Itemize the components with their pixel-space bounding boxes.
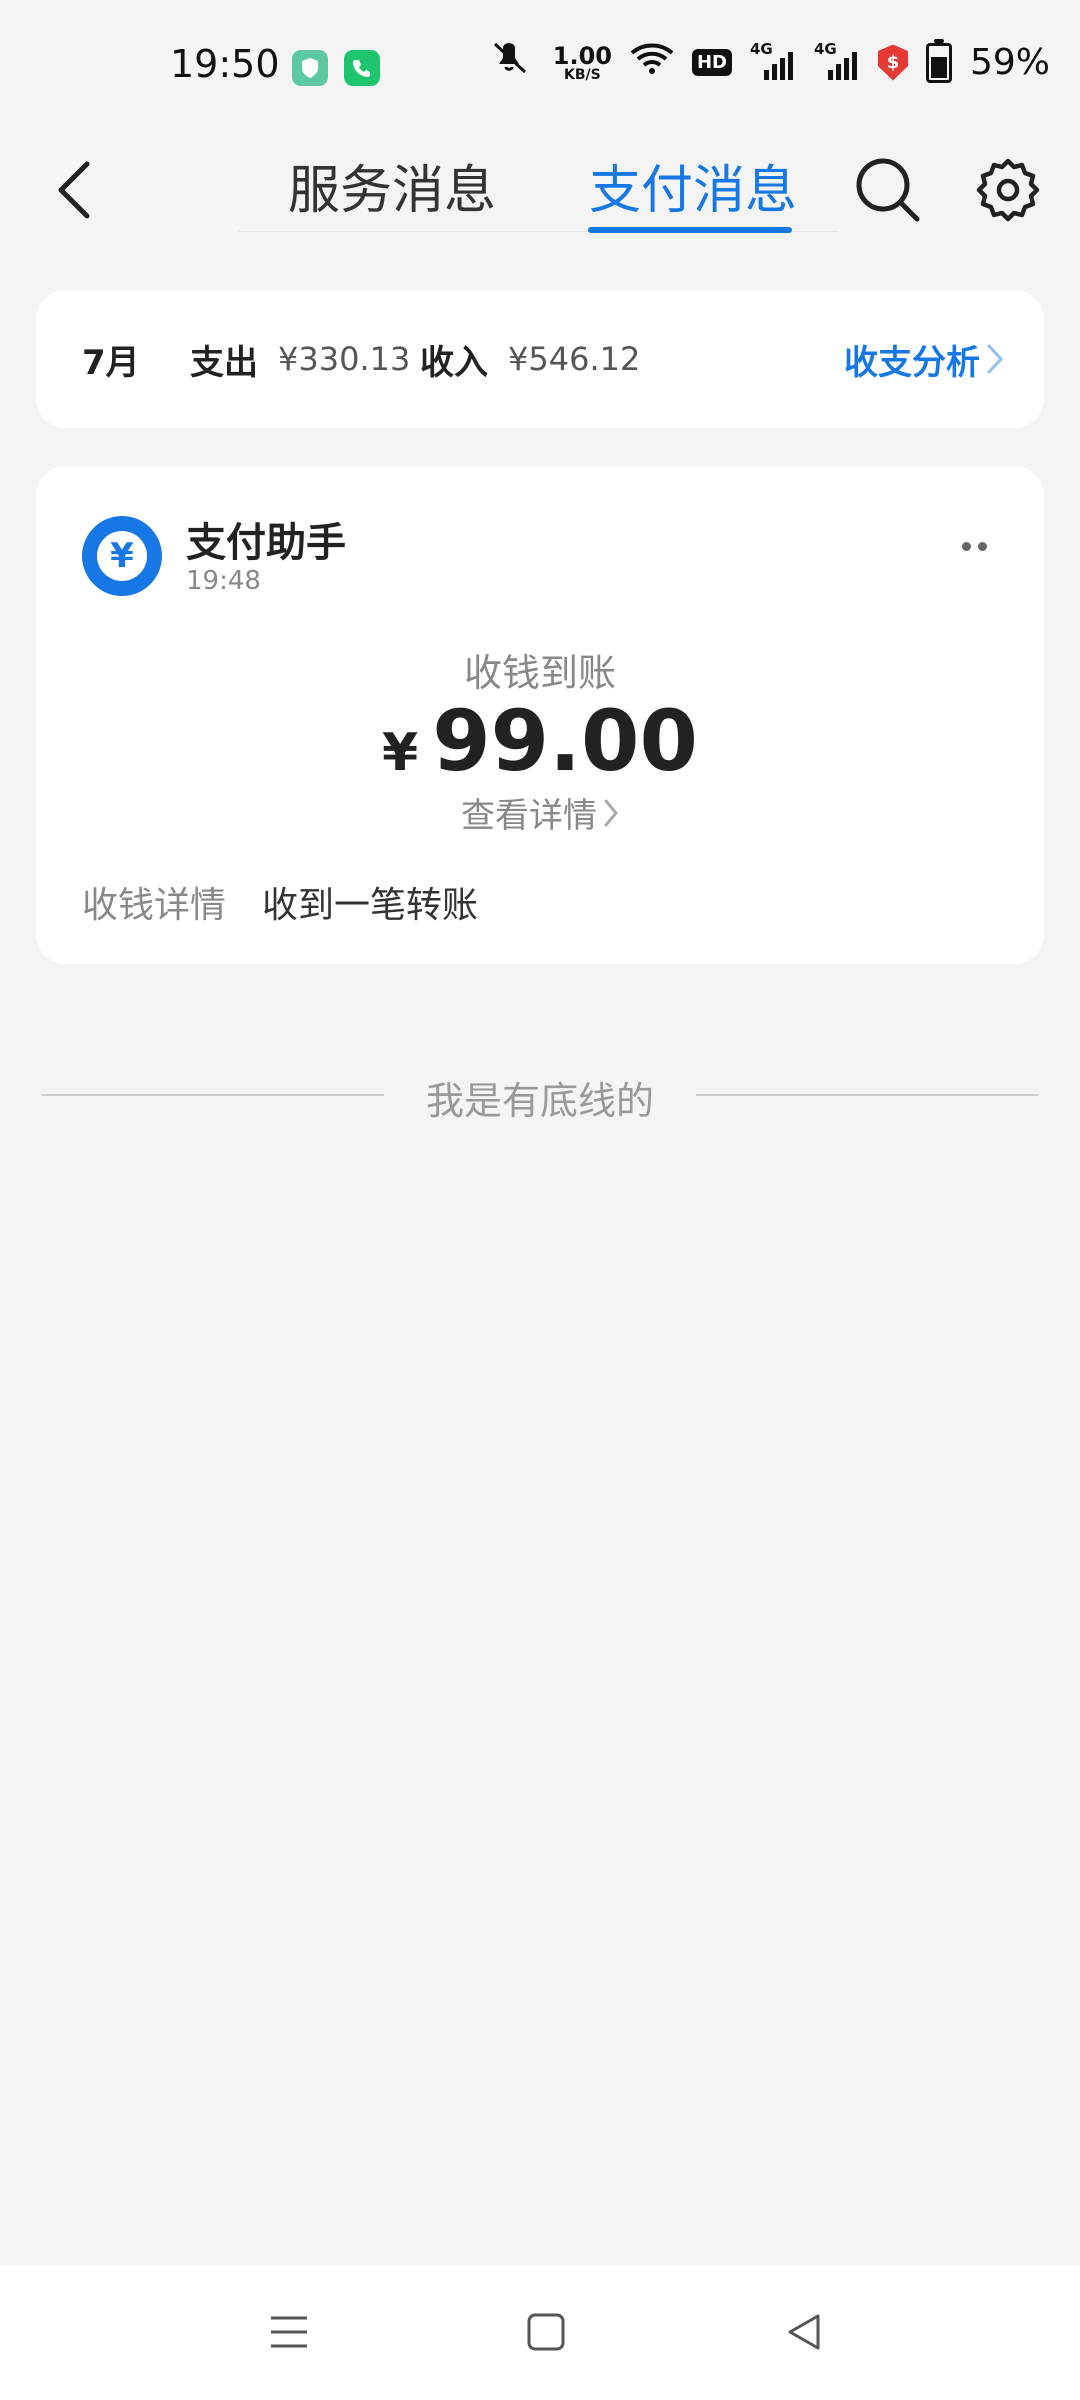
signal-icon-2: 4G (814, 40, 860, 80)
shield-app-icon (292, 50, 328, 86)
payment-detail-value: 收到一笔转账 (262, 885, 479, 926)
chevron-right-icon (987, 344, 1004, 374)
status-icons: 1.00 KB/S HD 4G 4G $ 59% (489, 38, 1050, 85)
mute-icon (489, 40, 535, 85)
system-navigation-bar (0, 2265, 1080, 2400)
income-expense-analysis-link[interactable]: 收支分析 (844, 335, 1004, 384)
more-options-button[interactable] (944, 526, 1004, 566)
summary-month: 7月 (82, 342, 140, 383)
payment-assistant-avatar: ¥ (82, 516, 162, 596)
yuan-icon: ¥ (97, 531, 147, 581)
income-amount: ¥546.12 (508, 340, 641, 378)
status-time: 19:50 (170, 42, 280, 86)
battery-percent: 59% (969, 42, 1050, 83)
amount-currency: ¥ (382, 723, 419, 783)
received-amount: ¥ 99.00 (36, 692, 1044, 790)
view-details-label: 查看详情 (461, 796, 597, 836)
payment-detail-label: 收钱详情 (82, 885, 227, 926)
header: 服务消息 支付消息 (0, 135, 1080, 245)
gear-icon (976, 158, 1040, 222)
signal-icon-1: 4G (750, 40, 796, 80)
active-tab-indicator (588, 227, 792, 233)
message-time: 19:48 (186, 566, 261, 596)
phone-app-icon (344, 50, 380, 86)
home-button[interactable] (496, 2287, 596, 2377)
end-of-list-text: 我是有底线的 (425, 1079, 654, 1123)
wifi-icon (630, 41, 674, 84)
view-details-link[interactable]: 查看详情 (36, 788, 1044, 837)
battery-icon (925, 38, 952, 83)
payment-message-card[interactable]: ¥ 支付助手 19:48 收钱到账 ¥ 99.00 查看详情 收钱详情 收到一笔… (36, 466, 1044, 964)
chevron-left-icon (58, 161, 90, 219)
message-title: 收钱到账 (463, 651, 616, 695)
tab-payment-messages[interactable]: 支付消息 (589, 135, 797, 235)
menu-icon (271, 2316, 307, 2348)
amount-value: 99.00 (432, 692, 698, 790)
income-label: 收入 (420, 342, 488, 383)
back-button[interactable] (40, 145, 110, 235)
back-triangle-icon (788, 2314, 820, 2350)
chevron-right-icon (604, 799, 618, 826)
more-dot-icon (977, 541, 987, 551)
analysis-link-label: 收支分析 (844, 342, 980, 383)
more-dot-icon (961, 541, 971, 551)
end-of-list-indicator: 我是有底线的 (40, 1070, 1040, 1123)
search-button[interactable] (848, 145, 928, 235)
home-square-icon (527, 2313, 565, 2351)
tab-service-messages[interactable]: 服务消息 (288, 135, 496, 235)
network-speed: 1.00 KB/S (552, 41, 612, 83)
expense-amount: ¥330.13 (278, 340, 411, 378)
search-icon (856, 158, 920, 222)
back-nav-button[interactable] (754, 2287, 854, 2377)
security-shield-icon: $ (877, 44, 908, 81)
message-sender: 支付助手 (186, 520, 346, 566)
recent-apps-button[interactable] (239, 2287, 339, 2377)
expense-label: 支出 (190, 342, 258, 383)
hd-badge: HD (691, 49, 732, 76)
settings-button[interactable] (968, 145, 1048, 235)
status-bar: 19:50 1.00 KB/S HD 4G 4G $ 59% (0, 0, 1080, 135)
monthly-summary-card[interactable]: 7月 支出 ¥330.13 收入 ¥546.12 收支分析 (36, 290, 1044, 428)
